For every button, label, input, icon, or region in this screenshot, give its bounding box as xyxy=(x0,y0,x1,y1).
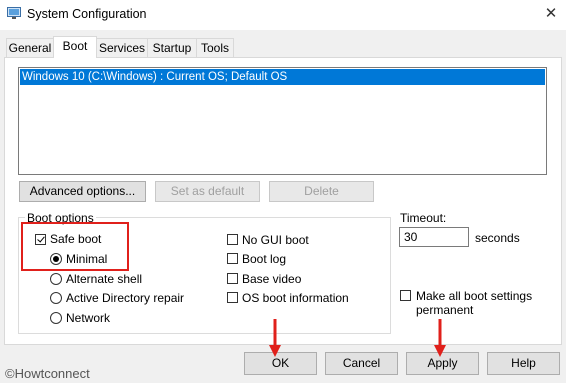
no-gui-boot-label[interactable]: No GUI boot xyxy=(242,233,309,247)
timeout-unit-label: seconds xyxy=(475,231,520,245)
tab-services[interactable]: Services xyxy=(96,38,148,57)
make-permanent-checkbox[interactable] xyxy=(400,290,411,301)
system-configuration-app-icon xyxy=(7,7,21,19)
close-icon[interactable]: ✕ xyxy=(538,2,564,26)
make-permanent-label-line2[interactable]: permanent xyxy=(416,303,473,317)
boot-log-label[interactable]: Boot log xyxy=(242,252,286,266)
boot-log-checkbox[interactable] xyxy=(227,253,238,264)
annotation-highlight-box xyxy=(21,222,129,271)
tab-boot[interactable]: Boot xyxy=(53,36,97,58)
no-gui-boot-checkbox[interactable] xyxy=(227,234,238,245)
alternate-shell-label[interactable]: Alternate shell xyxy=(66,272,142,286)
os-list-item-selected[interactable]: Windows 10 (C:\Windows) : Current OS; De… xyxy=(20,69,545,85)
base-video-checkbox[interactable] xyxy=(227,273,238,284)
tab-startup[interactable]: Startup xyxy=(147,38,197,57)
watermark: ©Howtconnect xyxy=(5,366,90,381)
advanced-options-button[interactable]: Advanced options... xyxy=(19,181,146,202)
window-title: System Configuration xyxy=(27,7,147,21)
delete-button[interactable]: Delete xyxy=(269,181,374,202)
set-as-default-button[interactable]: Set as default xyxy=(155,181,260,202)
base-video-label[interactable]: Base video xyxy=(242,272,301,286)
alternate-shell-radio[interactable] xyxy=(50,273,62,285)
os-boot-information-label[interactable]: OS boot information xyxy=(242,291,349,305)
network-label[interactable]: Network xyxy=(66,311,110,325)
os-boot-information-checkbox[interactable] xyxy=(227,292,238,303)
active-directory-repair-radio[interactable] xyxy=(50,292,62,304)
help-button[interactable]: Help xyxy=(487,352,560,375)
active-directory-repair-label[interactable]: Active Directory repair xyxy=(66,291,184,305)
cancel-button[interactable]: Cancel xyxy=(325,352,398,375)
make-permanent-label-line1[interactable]: Make all boot settings xyxy=(416,289,532,303)
timeout-input[interactable]: 30 xyxy=(399,227,469,247)
timeout-label: Timeout: xyxy=(400,211,447,225)
network-radio[interactable] xyxy=(50,312,62,324)
annotation-arrow-ok xyxy=(269,319,281,357)
annotation-arrow-apply xyxy=(434,319,446,357)
tab-general[interactable]: General xyxy=(6,38,54,57)
tab-tools[interactable]: Tools xyxy=(196,38,234,57)
